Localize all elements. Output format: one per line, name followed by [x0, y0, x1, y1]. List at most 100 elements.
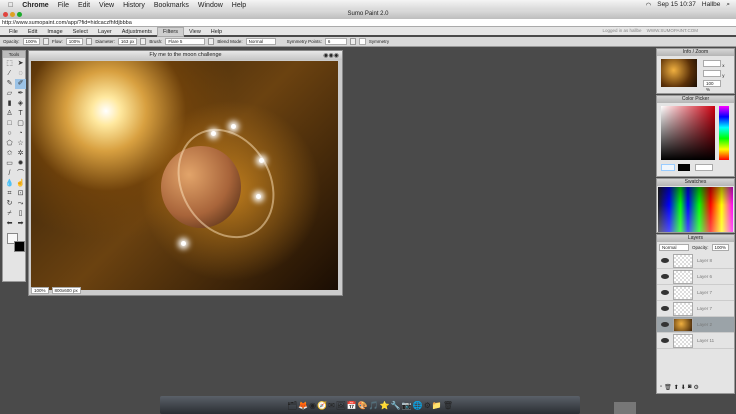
app-icon[interactable]: 🌐 [413, 401, 423, 410]
gradient-tool-icon[interactable]: ▮ [4, 99, 15, 109]
app-icon[interactable]: 🎨 [358, 401, 368, 410]
menu-select[interactable]: Select [68, 28, 93, 36]
eyedropper-tool-icon[interactable]: ⌿ [4, 209, 15, 219]
eye-icon[interactable] [661, 258, 669, 263]
move-down-icon[interactable]: ⬇ [681, 384, 686, 391]
menu-view[interactable]: View [184, 28, 206, 36]
layer-row-selected[interactable]: Layer 2 [657, 317, 734, 333]
itunes-icon[interactable]: 🎵 [369, 401, 379, 410]
background-color[interactable] [678, 164, 690, 171]
mask-icon[interactable]: ◙ [688, 384, 692, 391]
chrome-icon[interactable]: ◉ [309, 401, 316, 410]
address-bar[interactable]: http://www.sumopaint.com/app/?fid=hidcac… [0, 19, 736, 27]
blur-tool-icon[interactable]: 💧 [4, 179, 15, 189]
brush-dropdown[interactable] [208, 38, 215, 45]
eye-icon[interactable] [661, 274, 669, 279]
star-tool-icon[interactable]: ☆ [15, 139, 26, 149]
stamp-tool-icon[interactable]: ♙ [4, 109, 15, 119]
close-button[interactable] [3, 12, 8, 17]
settings-icon[interactable]: ⚙ [424, 401, 431, 410]
layer-row[interactable]: Layer 7 [657, 301, 734, 317]
menu-filters[interactable]: Filters [156, 27, 184, 37]
menu-edit[interactable]: Edit [23, 28, 42, 36]
layer-row[interactable]: Layer 7 [657, 285, 734, 301]
diameter-field[interactable]: 163 px [117, 38, 138, 45]
marquee-tool-icon[interactable]: ⬚ [4, 59, 15, 69]
line-tool-icon[interactable]: / [4, 169, 15, 179]
rotate-tool-icon[interactable]: ↻ [4, 199, 15, 209]
mac-menu-help[interactable]: Help [232, 2, 246, 9]
mac-menu-edit[interactable]: Edit [78, 2, 90, 9]
swatch-grid[interactable] [658, 187, 733, 232]
flow-field[interactable]: 100% [65, 38, 84, 45]
menu-layer[interactable]: Layer [93, 28, 117, 36]
zoom-level[interactable]: 100% [31, 287, 49, 294]
undo-icon[interactable]: ⬅ [4, 219, 15, 229]
rounded-rect-tool-icon[interactable]: ▢ [15, 119, 26, 129]
menu-help[interactable]: Help [206, 28, 227, 36]
eye-icon[interactable] [661, 322, 669, 327]
finder-icon[interactable]: 🗂 [287, 401, 297, 410]
flow-dropdown[interactable] [86, 38, 93, 45]
minimize-button[interactable] [10, 12, 15, 17]
new-layer-icon[interactable]: ▫ [660, 384, 662, 391]
blend-mode-select[interactable]: Normal [245, 38, 276, 45]
transform-tool-icon[interactable]: ⊡ [15, 189, 26, 199]
zoom-field[interactable]: 100 % [703, 80, 721, 92]
photos-icon[interactable]: 🖼 [336, 401, 346, 410]
zoom-button[interactable] [17, 12, 22, 17]
wand-tool-icon[interactable]: ⁄ [4, 69, 15, 79]
mac-menu-view[interactable]: View [99, 2, 114, 9]
mac-menu-file[interactable]: File [58, 2, 69, 9]
opacity-field[interactable]: 100% [22, 38, 41, 45]
canvas-image[interactable] [31, 61, 338, 290]
clock[interactable]: Sep 15 10:37 [657, 1, 696, 9]
brush-tool-icon[interactable]: ✐ [15, 79, 26, 89]
move-tool-icon[interactable]: ➤ [15, 59, 26, 69]
layer-options-icon[interactable]: ⚙ [693, 384, 698, 391]
apple-icon[interactable]:  [8, 2, 13, 9]
color-swatches[interactable] [5, 232, 25, 254]
wifi-icon[interactable]: ◠ [646, 1, 652, 9]
layer-row[interactable]: Layer 8 [657, 253, 734, 269]
app-icon[interactable]: 📷 [402, 401, 412, 410]
fill-tool-icon[interactable]: ◈ [15, 99, 26, 109]
foreground-color[interactable] [661, 164, 675, 171]
eye-icon[interactable] [661, 338, 669, 343]
polygon-tool-icon[interactable]: ⬠ [4, 139, 15, 149]
star-shape-tool-icon[interactable]: ✩ [4, 149, 15, 159]
hue-slider[interactable] [719, 106, 729, 160]
trash-icon[interactable]: 🗑 [443, 401, 453, 410]
spotlight-icon[interactable]: ⌕ [726, 1, 730, 9]
mac-menu-bookmarks[interactable]: Bookmarks [154, 2, 189, 9]
layer-blend-select[interactable]: Normal [659, 244, 689, 251]
logged-in-text[interactable]: Logged in as hallbe [603, 28, 642, 33]
symmetry-points-field[interactable]: 6 [324, 38, 347, 45]
diameter-dropdown[interactable] [140, 38, 147, 45]
navigator-thumbnail[interactable] [661, 59, 697, 87]
folder-icon[interactable]: 📁 [432, 401, 442, 410]
eye-icon[interactable] [661, 306, 669, 311]
eraser-tool-icon[interactable]: ▱ [4, 89, 15, 99]
opacity-dropdown[interactable] [43, 38, 50, 45]
secondary-color[interactable] [14, 241, 25, 252]
curve-tool-icon[interactable]: ⌒ [15, 169, 26, 179]
menu-file[interactable]: File [4, 28, 23, 36]
menu-image[interactable]: Image [42, 28, 67, 36]
mac-menu-history[interactable]: History [123, 2, 145, 9]
safari-icon[interactable]: 🧭 [317, 401, 327, 410]
mail-icon[interactable]: ✉ [328, 401, 335, 410]
smudge-tool-icon[interactable]: ☝ [15, 179, 26, 189]
app-icon[interactable]: 🔧 [391, 401, 401, 410]
crop-tool-icon[interactable]: ⌗ [4, 189, 15, 199]
site-logo[interactable]: WWW.SUMOPAINT.COM [647, 28, 698, 33]
user-name[interactable]: Hallbe [702, 1, 720, 9]
lasso-tool-icon[interactable]: ◌ [15, 69, 26, 79]
app-icon[interactable]: ⭐ [380, 401, 390, 410]
layer-row[interactable]: Layer 11 [657, 333, 734, 349]
mac-menu-window[interactable]: Window [198, 2, 223, 9]
eye-icon[interactable] [661, 290, 669, 295]
delete-layer-icon[interactable]: 🗑 [664, 384, 672, 391]
pen-tool-icon[interactable]: ✒ [15, 89, 26, 99]
burst-tool-icon[interactable]: ✲ [15, 149, 26, 159]
